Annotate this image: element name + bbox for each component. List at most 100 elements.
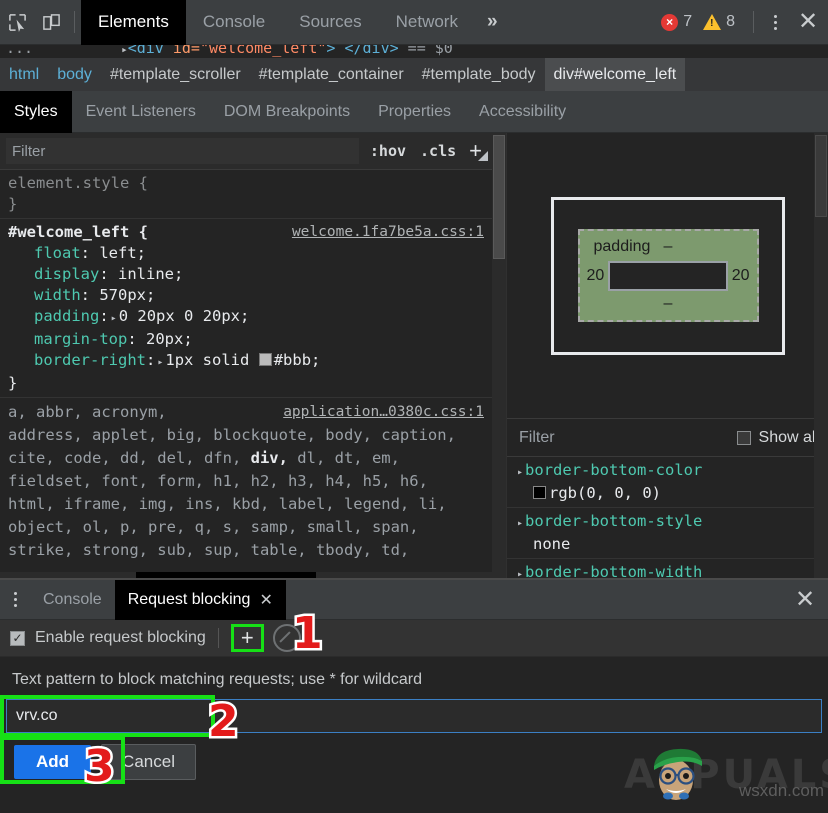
css-property-name[interactable]: float — [8, 243, 81, 264]
expand-property-icon[interactable]: ▸ — [515, 467, 525, 478]
css-declaration[interactable]: display: inline; — [8, 264, 492, 285]
css-rule-selector[interactable]: #welcome_left { — [8, 223, 148, 241]
tab-styles[interactable]: Styles — [0, 91, 72, 133]
css-rule-close: } — [8, 373, 492, 394]
computed-pane-vertical-scrollbar[interactable] — [814, 133, 828, 578]
color-swatch[interactable] — [533, 486, 546, 499]
box-model-padding-bottom[interactable]: – — [664, 295, 673, 313]
styles-pane-scroll-thumb[interactable] — [493, 135, 505, 259]
tab-network[interactable]: Network — [379, 0, 475, 45]
box-model-border-layer[interactable]: padding – 20 20 – — [551, 197, 785, 355]
css-declaration[interactable]: margin-top: 20px; — [8, 329, 492, 350]
tab-event-listeners[interactable]: Event Listeners — [72, 91, 210, 133]
matched-css-rule-universal[interactable]: application…0380c.css:1 a, abbr, acronym… — [0, 398, 492, 562]
drawer-panel: Console Request blocking ✕ ✕ Enable requ… — [0, 578, 828, 813]
css-property-name[interactable]: width — [8, 285, 81, 306]
dom-tree-line: ...▸<div id="welcome_left"> </div> == $0 — [0, 45, 453, 57]
css-declaration[interactable]: width: 570px; — [8, 285, 492, 306]
toolbar-divider-2 — [753, 11, 754, 33]
matched-rule-selector-line: object, ol, p, pre, q, s, samp, small, s… — [8, 516, 492, 539]
box-model-padding-right[interactable]: 20 — [732, 267, 750, 285]
css-property-value[interactable]: :▸1px solid #bbb; — [146, 351, 320, 369]
tab-accessibility[interactable]: Accessibility — [465, 91, 580, 133]
inspect-element-icon[interactable] — [0, 7, 34, 37]
device-toolbar-icon[interactable] — [34, 7, 68, 37]
element-classes-button[interactable]: .cls — [413, 142, 463, 160]
tab-elements[interactable]: Elements — [81, 0, 186, 45]
add-pattern-button[interactable]: + — [231, 624, 264, 652]
css-rule-welcome-left[interactable]: welcome.1fa7be5a.css:1 #welcome_left { f… — [0, 219, 492, 398]
element-style-rule[interactable]: element.style { } — [0, 170, 492, 219]
expand-shorthand-icon[interactable]: ▸ — [155, 357, 165, 368]
more-tabs-chevron-icon[interactable]: » — [475, 0, 510, 45]
computed-property-name: border-bottom-width — [525, 563, 702, 578]
box-model-content-layer[interactable] — [608, 261, 728, 291]
breadcrumb-item-welcome-left[interactable]: div#welcome_left — [545, 58, 686, 91]
computed-property-row[interactable]: ▸border-bottom-width — [507, 559, 828, 578]
drawer-tab-request-blocking[interactable]: Request blocking ✕ — [115, 580, 286, 620]
css-property-value[interactable]: : inline; — [99, 265, 183, 283]
computed-property-row[interactable]: ▸border-bottom-style none — [507, 508, 828, 559]
expand-property-icon[interactable]: ▸ — [515, 518, 525, 529]
css-declaration[interactable]: float: left; — [8, 243, 492, 264]
breadcrumb-item-template-body[interactable]: #template_body — [413, 58, 545, 91]
breadcrumb-item-body[interactable]: body — [48, 58, 101, 91]
css-rule-header: welcome.1fa7be5a.css:1 #welcome_left { — [8, 222, 492, 243]
css-rule-origin-link[interactable]: welcome.1fa7be5a.css:1 — [292, 222, 484, 243]
css-declaration[interactable]: border-right:▸1px solid #bbb; — [8, 350, 492, 373]
expand-property-icon[interactable]: ▸ — [515, 569, 525, 578]
tab-console[interactable]: Console — [186, 0, 282, 45]
dom-tree-strip[interactable]: ...▸<div id="welcome_left"> </div> == $0 — [0, 45, 828, 58]
enable-request-blocking-checkbox[interactable] — [10, 631, 25, 646]
computed-property-row[interactable]: ▸border-bottom-color rgb(0, 0, 0) — [507, 457, 828, 508]
styles-pane-vertical-scrollbar[interactable] — [492, 133, 506, 578]
cancel-button[interactable]: Cancel — [101, 744, 196, 780]
drawer-close-icon[interactable]: ✕ — [782, 588, 828, 612]
close-devtools-icon[interactable]: ✕ — [788, 10, 828, 34]
new-style-rule-button[interactable]: + — [463, 140, 492, 162]
drawer-tab-close-icon[interactable]: ✕ — [259, 590, 272, 610]
breadcrumb-item-template-container[interactable]: #template_container — [250, 58, 413, 91]
css-property-name[interactable]: border-right — [8, 350, 146, 371]
css-declaration[interactable]: padding:▸0 20px 0 20px; — [8, 306, 492, 329]
box-model-padding-left[interactable]: 20 — [587, 267, 605, 285]
styles-filter-input[interactable] — [6, 138, 359, 164]
tab-sources[interactable]: Sources — [282, 0, 378, 45]
drawer-tab-console[interactable]: Console — [30, 580, 115, 620]
show-all-toggle[interactable]: Show all — [737, 429, 819, 447]
css-property-value[interactable]: : 20px; — [127, 330, 192, 348]
css-property-value[interactable]: :▸0 20px 0 20px; — [99, 307, 249, 325]
warning-icon — [703, 14, 721, 30]
matched-rule-origin-link[interactable]: application…0380c.css:1 — [283, 401, 484, 424]
matched-rule-selector-line: strike, strong, sub, sup, table, tbody, … — [8, 539, 492, 562]
drawer-kebab-menu-icon[interactable] — [0, 592, 30, 607]
css-property-name[interactable]: margin-top — [8, 329, 127, 350]
dom-close-tag: </div> — [335, 45, 398, 57]
remove-all-patterns-icon[interactable] — [273, 624, 301, 652]
color-swatch[interactable] — [259, 353, 272, 366]
show-all-checkbox[interactable] — [737, 431, 751, 445]
tab-properties[interactable]: Properties — [364, 91, 465, 133]
issue-counts[interactable]: × 7 8 — [661, 13, 741, 31]
tab-dom-breakpoints[interactable]: DOM Breakpoints — [210, 91, 364, 133]
box-model-padding-layer[interactable]: padding – 20 20 – — [578, 229, 759, 322]
dom-open-tag: <div — [128, 45, 164, 57]
add-button[interactable]: Add — [14, 745, 91, 779]
computed-filter-input[interactable] — [517, 428, 737, 448]
box-model-diagram[interactable]: padding – 20 20 – — [507, 133, 828, 419]
dom-expand-triangle-icon[interactable]: ▸ — [33, 45, 128, 56]
css-property-name[interactable]: display — [8, 264, 99, 285]
computed-pane-scroll-thumb[interactable] — [815, 135, 827, 217]
css-property-value[interactable]: : 570px; — [81, 286, 156, 304]
breadcrumb-item-template-scroller[interactable]: #template_scroller — [101, 58, 250, 91]
kebab-menu-icon[interactable] — [762, 15, 788, 30]
computed-filter-row: Show all — [507, 419, 828, 457]
css-property-value[interactable]: : left; — [81, 244, 146, 262]
css-property-name[interactable]: padding — [8, 306, 99, 327]
box-model-padding-top[interactable]: – — [664, 238, 673, 256]
pattern-input[interactable] — [6, 699, 822, 733]
force-state-hov-button[interactable]: :hov — [363, 142, 413, 160]
breadcrumb-item-html[interactable]: html — [0, 58, 48, 91]
matched-rule-first-line: application…0380c.css:1 a, abbr, acronym… — [8, 401, 492, 424]
expand-shorthand-icon[interactable]: ▸ — [109, 313, 119, 324]
